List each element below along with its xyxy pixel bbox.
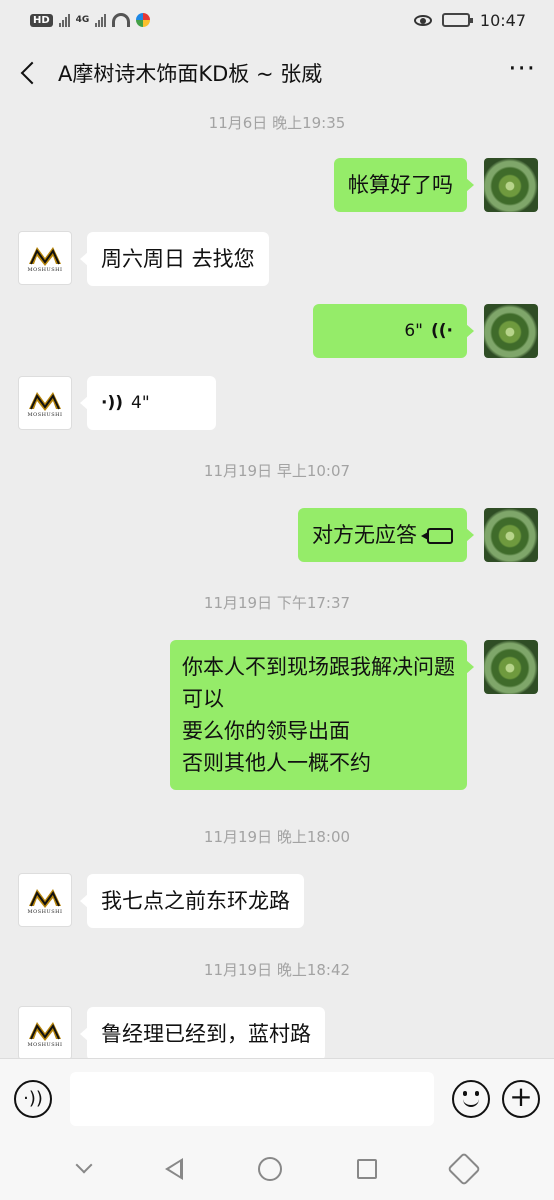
my-avatar[interactable] [484, 158, 538, 212]
my-avatar[interactable] [484, 640, 538, 694]
logo-text: MOSHUSHI [27, 266, 63, 273]
message-bubble-sent[interactable]: 你本人不到现场跟我解决问题 可以 要么你的领导出面 否则其他人一概不约 [170, 640, 474, 790]
contact-avatar[interactable]: MOSHUSHI [18, 873, 72, 927]
status-right: 10:47 [413, 10, 526, 30]
status-left: HD 4G [30, 13, 151, 27]
chat-header: A摩树诗木饰面KD板 ~ 张威 ··· [0, 40, 554, 106]
hide-nav-icon[interactable] [75, 1156, 93, 1174]
signal-icon-2 [95, 13, 107, 27]
message-text: 我七点之前东环龙路 [101, 889, 290, 913]
voice-message-received[interactable]: ·)) 4" [80, 376, 216, 430]
message-line: 否则其他人一概不约 [182, 751, 371, 775]
voice-wave-icon: ·)) [101, 393, 123, 413]
timestamp: 11月19日 早上10:07 [203, 462, 351, 480]
message-line: 可以 [182, 687, 224, 711]
contact-avatar[interactable]: MOSHUSHI [18, 376, 72, 430]
network-type: 4G [75, 15, 90, 25]
brand-logo-icon [27, 886, 63, 908]
message-line: 你本人不到现场跟我解决问题 [182, 655, 455, 679]
input-bar: ·)) + [0, 1058, 554, 1138]
message-list[interactable]: 11月6日 晚上19:35 帐算好了吗 MOSHUSHI 周六周日 去找您 6"… [0, 106, 554, 1058]
wifi-icon [112, 13, 131, 27]
message-text: 帐算好了吗 [348, 173, 453, 197]
more-dots-icon[interactable]: ··· [508, 56, 536, 90]
brand-logo-icon [27, 389, 63, 411]
message-text: 周六周日 去找您 [101, 247, 255, 271]
timestamp: 11月19日 下午17:37 [203, 594, 351, 612]
voice-content: 6" ((· [327, 315, 453, 347]
contact-avatar[interactable]: MOSHUSHI [18, 231, 72, 285]
timestamp: 11月19日 晚上18:42 [203, 961, 351, 979]
hd-badge: HD [30, 13, 53, 27]
clock: 10:47 [479, 10, 526, 30]
voice-duration: 6" [404, 321, 423, 341]
battery-icon [441, 13, 473, 27]
message-line: 要么你的领导出面 [182, 719, 350, 743]
nav-home-icon[interactable] [257, 1157, 282, 1181]
rotate-screen-icon[interactable] [447, 1152, 482, 1186]
brand-logo-icon [27, 1019, 63, 1041]
logo-text: MOSHUSHI [27, 1041, 63, 1048]
message-bubble-received[interactable]: 鲁经理已经到，蓝村路 [80, 1007, 325, 1058]
message-bubble-sent[interactable]: 帐算好了吗 [334, 158, 474, 212]
plus-icon[interactable]: + [502, 1079, 540, 1118]
message-bubble-received[interactable]: 我七点之前东环龙路 [80, 874, 304, 928]
emoji-icon[interactable] [452, 1079, 490, 1118]
nav-recents-icon[interactable] [357, 1159, 378, 1179]
chevron-left-icon[interactable] [18, 62, 40, 84]
voice-wave-icon: ((· [431, 321, 453, 341]
voice-message-sent[interactable]: 6" ((· [313, 304, 474, 358]
system-nav-bar [0, 1138, 554, 1200]
voice-input-icon[interactable]: ·)) [14, 1079, 52, 1118]
my-avatar[interactable] [484, 508, 538, 562]
brand-logo-icon [27, 244, 63, 266]
logo-text: MOSHUSHI [27, 908, 63, 915]
message-bubble-received[interactable]: 周六周日 去找您 [80, 232, 269, 286]
voice-content: ·)) 4" [101, 387, 202, 419]
voice-duration: 4" [131, 393, 150, 413]
video-call-icon [421, 528, 453, 544]
signal-icon [58, 13, 70, 27]
call-status-text: 对方无应答 [312, 523, 417, 547]
nav-back-icon[interactable] [164, 1158, 183, 1180]
app-notification-icon [136, 13, 151, 27]
my-avatar[interactable] [484, 304, 538, 358]
eye-comfort-icon [413, 14, 432, 26]
timestamp: 11月19日 晚上18:00 [203, 828, 351, 846]
contact-avatar[interactable]: MOSHUSHI [18, 1006, 72, 1058]
message-input[interactable] [70, 1071, 434, 1126]
call-message-sent[interactable]: 对方无应答 [298, 508, 474, 562]
message-text: 鲁经理已经到，蓝村路 [101, 1022, 311, 1046]
status-bar: HD 4G 10:47 [0, 0, 554, 40]
chat-title: A摩树诗木饰面KD板 ~ 张威 [58, 62, 323, 86]
timestamp: 11月6日 晚上19:35 [208, 114, 346, 132]
logo-text: MOSHUSHI [27, 411, 63, 418]
